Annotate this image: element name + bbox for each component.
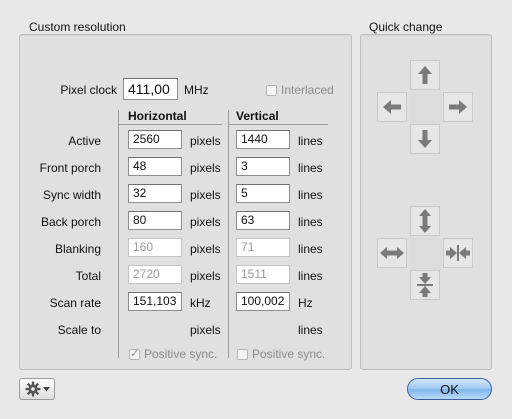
horizontal-column-divider: [118, 110, 119, 358]
move-center-cell: [410, 92, 442, 124]
sync-width-h-field[interactable]: 32: [128, 184, 182, 203]
move-right-button[interactable]: [443, 92, 473, 122]
chevron-down-icon: [42, 386, 50, 391]
pixel-clock-field[interactable]: 411,00: [123, 78, 178, 100]
interlaced-checkbox[interactable]: Interlaced: [266, 83, 334, 97]
move-up-button[interactable]: [410, 60, 440, 90]
row-label-blanking: Blanking: [54, 242, 101, 256]
arrow-up-icon: [418, 66, 432, 84]
gear-icon: [25, 381, 40, 397]
front-porch-h-unit: pixels: [190, 161, 221, 175]
compress-horizontal-icon: [446, 245, 470, 261]
arrow-left-icon: [383, 100, 401, 114]
row-label-total: Total: [75, 269, 101, 283]
ok-button[interactable]: OK: [407, 378, 492, 400]
resize-center-cell: [410, 238, 442, 270]
shrink-vertical-button[interactable]: [410, 270, 440, 300]
sync-width-v-unit: lines: [298, 188, 323, 202]
expand-horizontal-icon: [380, 247, 404, 259]
scan-rate-h-unit: kHz: [190, 296, 211, 310]
interlaced-label: Interlaced: [281, 83, 334, 97]
arrow-down-icon: [418, 130, 432, 148]
positive-sync-vertical-label: Positive sync.: [252, 347, 326, 361]
blanking-v-field: 71: [236, 238, 290, 257]
vertical-column-header: Vertical: [236, 109, 279, 123]
stretch-vertical-button[interactable]: [410, 206, 440, 236]
scan-rate-v-unit: Hz: [298, 296, 313, 310]
row-label-sync-width: Sync width: [42, 188, 101, 202]
horizontal-column-header: Horizontal: [128, 109, 187, 123]
horizontal-header-rule: [119, 124, 222, 125]
sync-width-h-unit: pixels: [190, 188, 221, 202]
interlaced-box[interactable]: [266, 84, 277, 96]
blanking-h-unit: pixels: [190, 242, 221, 256]
scan-rate-h-field[interactable]: 151,103: [128, 292, 182, 311]
quick-change-title: Quick change: [369, 20, 443, 34]
row-label-active: Active: [68, 134, 101, 148]
positive-sync-horizontal-checkbox[interactable]: Positive sync.: [129, 347, 217, 361]
pixel-clock-unit: MHz: [184, 83, 209, 97]
front-porch-v-field[interactable]: 3: [236, 157, 290, 176]
back-porch-h-unit: pixels: [190, 215, 221, 229]
shrink-horizontal-button[interactable]: [443, 238, 473, 268]
blanking-v-unit: lines: [298, 242, 323, 256]
total-h-unit: pixels: [190, 269, 221, 283]
sync-width-v-field[interactable]: 5: [236, 184, 290, 203]
back-porch-v-field[interactable]: 63: [236, 211, 290, 230]
positive-sync-horizontal-label: Positive sync.: [144, 347, 218, 361]
front-porch-v-unit: lines: [298, 161, 323, 175]
total-v-field: 1511: [236, 265, 290, 284]
front-porch-h-field[interactable]: 48: [128, 157, 182, 176]
gear-menu-button[interactable]: [19, 378, 55, 400]
vertical-header-rule: [229, 124, 328, 125]
compress-vertical-icon: [417, 273, 433, 297]
row-label-scan-rate: Scan rate: [49, 296, 101, 310]
active-v-unit: lines: [298, 134, 323, 148]
move-left-button[interactable]: [377, 92, 407, 122]
row-label-back-porch: Back porch: [40, 215, 101, 229]
arrow-right-icon: [449, 100, 467, 114]
move-down-button[interactable]: [410, 124, 440, 154]
row-label-scale-to: Scale to: [57, 323, 101, 337]
total-h-field: 2720: [128, 265, 182, 284]
active-h-field[interactable]: 2560: [128, 130, 182, 149]
back-porch-v-unit: lines: [298, 215, 323, 229]
expand-vertical-icon: [419, 209, 431, 233]
back-porch-h-field[interactable]: 80: [128, 211, 182, 230]
pixel-clock-label: Pixel clock: [60, 83, 117, 97]
total-v-unit: lines: [298, 269, 323, 283]
active-v-field[interactable]: 1440: [236, 130, 290, 149]
active-h-unit: pixels: [190, 134, 221, 148]
scale-to-v-unit: lines: [298, 323, 323, 337]
vertical-column-divider: [228, 110, 229, 358]
stretch-horizontal-button[interactable]: [377, 238, 407, 268]
blanking-h-field: 160: [128, 238, 182, 257]
positive-sync-vertical-checkbox[interactable]: Positive sync.: [237, 347, 325, 361]
positive-sync-horizontal-box[interactable]: [129, 347, 140, 360]
row-label-front-porch: Front porch: [39, 161, 101, 175]
scale-to-h-unit: pixels: [190, 323, 221, 337]
positive-sync-vertical-box[interactable]: [237, 348, 248, 360]
custom-resolution-title: Custom resolution: [29, 20, 126, 34]
scan-rate-v-field[interactable]: 100,002: [236, 292, 290, 311]
